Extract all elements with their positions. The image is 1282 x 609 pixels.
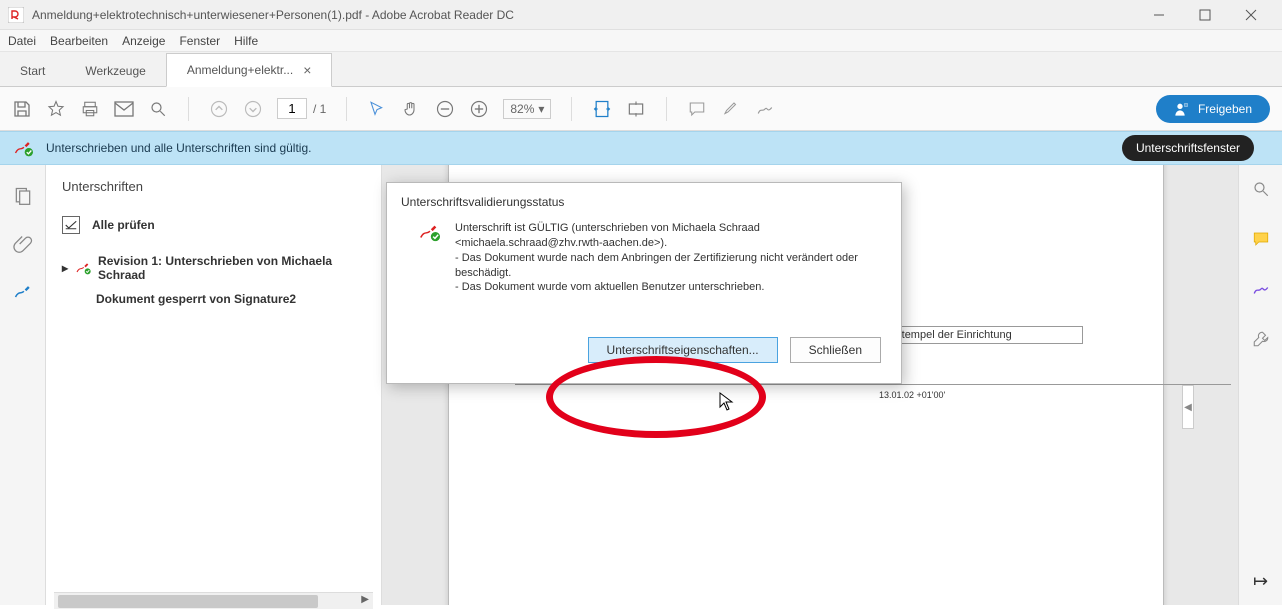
print-icon[interactable] bbox=[80, 99, 100, 119]
signature-valid-small-icon bbox=[74, 260, 92, 276]
signature-banner-message: Unterschrieben und alle Unterschriften s… bbox=[46, 141, 311, 155]
mail-icon[interactable] bbox=[114, 99, 134, 119]
menu-bar: Datei Bearbeiten Anzeige Fenster Hilfe bbox=[0, 30, 1282, 52]
scrollbar-thumb[interactable] bbox=[58, 595, 318, 608]
menu-file[interactable]: Datei bbox=[8, 34, 36, 48]
share-button[interactable]: Freigeben bbox=[1156, 95, 1270, 123]
toolbar-separator bbox=[666, 97, 667, 121]
share-label: Freigeben bbox=[1198, 102, 1252, 116]
signature-banner: Unterschrieben und alle Unterschriften s… bbox=[0, 131, 1282, 165]
app-icon bbox=[8, 7, 24, 23]
zoom-value: 82% bbox=[510, 102, 534, 116]
zoom-in-icon[interactable] bbox=[469, 99, 489, 119]
search-icon[interactable] bbox=[1251, 179, 1271, 199]
locked-row: Dokument gesperrt von Signature2 bbox=[54, 286, 373, 312]
sticky-note-icon[interactable] bbox=[1251, 229, 1271, 249]
minimize-button[interactable] bbox=[1136, 0, 1182, 30]
main-toolbar: / 1 82% ▾ Freigeben bbox=[0, 87, 1282, 131]
check-all-label: Alle prüfen bbox=[92, 218, 155, 232]
dialog-close-button[interactable]: Schließen bbox=[790, 337, 881, 363]
menu-view[interactable]: Anzeige bbox=[122, 34, 165, 48]
more-tools-icon[interactable] bbox=[1251, 329, 1271, 349]
check-all-icon bbox=[62, 216, 80, 234]
comment-icon[interactable] bbox=[687, 99, 707, 119]
menu-edit[interactable]: Bearbeiten bbox=[50, 34, 108, 48]
toolbar-separator bbox=[188, 97, 189, 121]
save-icon[interactable] bbox=[12, 99, 32, 119]
maximize-button[interactable] bbox=[1182, 0, 1228, 30]
signature-valid-icon bbox=[417, 221, 441, 295]
sign-icon[interactable] bbox=[755, 99, 775, 119]
signature-properties-button[interactable]: Unterschriftseigenschaften... bbox=[588, 337, 778, 363]
dialog-line-1a: Unterschrift ist GÜLTIG (unterschrieben … bbox=[455, 221, 883, 236]
page-number-input[interactable] bbox=[277, 98, 307, 119]
dialog-line-1b: <michaela.schraad@zhv.rwth-aachen.de>). bbox=[455, 236, 883, 251]
signatures-rail-icon[interactable] bbox=[12, 281, 34, 303]
scroll-right-icon[interactable]: ▶ bbox=[361, 594, 369, 605]
tab-document[interactable]: Anmeldung+elektr... × bbox=[166, 53, 333, 87]
collapwithin-handheld[interactable]: ◀ bbox=[1182, 385, 1194, 429]
menu-help[interactable]: Hilfe bbox=[234, 34, 258, 48]
doc-signature-block bbox=[515, 384, 1231, 400]
toolbar-separator bbox=[571, 97, 572, 121]
revision-label: Revision 1: Unterschrieben von Michaela … bbox=[98, 254, 365, 282]
signature-panel-button[interactable]: Unterschriftsfenster bbox=[1122, 135, 1254, 161]
title-bar: Anmeldung+elektrotechnisch+unterwiesener… bbox=[0, 0, 1282, 30]
expand-rail-icon[interactable]: ↦ bbox=[1251, 571, 1271, 591]
fit-width-icon[interactable] bbox=[592, 99, 612, 119]
window-title: Anmeldung+elektrotechnisch+unterwiesener… bbox=[32, 8, 1136, 22]
dialog-line-3: - Das Dokument wurde vom aktuellen Benut… bbox=[455, 280, 883, 295]
dialog-line-2: - Das Dokument wurde nach dem Anbringen … bbox=[455, 251, 883, 281]
tab-tools[interactable]: Werkzeuge bbox=[65, 56, 165, 86]
revision-row[interactable]: ▸ Revision 1: Unterschrieben von Michael… bbox=[54, 250, 373, 286]
right-tools-rail: ↦ bbox=[1238, 165, 1282, 605]
close-button[interactable] bbox=[1228, 0, 1274, 30]
doc-timestamp: 13.01.02 +01'00' bbox=[879, 390, 945, 400]
thumbnails-icon[interactable] bbox=[12, 185, 34, 207]
page-up-icon[interactable] bbox=[209, 99, 229, 119]
close-tab-icon[interactable]: × bbox=[303, 62, 311, 78]
attachments-icon[interactable] bbox=[12, 233, 34, 255]
dialog-title: Unterschriftsvalidierungsstatus bbox=[387, 183, 901, 217]
menu-window[interactable]: Fenster bbox=[179, 34, 220, 48]
page-down-icon[interactable] bbox=[243, 99, 263, 119]
left-navigation-rail bbox=[0, 165, 46, 605]
select-arrow-icon[interactable] bbox=[367, 99, 387, 119]
chevron-right-icon: ▸ bbox=[62, 261, 68, 275]
page-total: / 1 bbox=[313, 102, 326, 116]
fill-sign-icon[interactable] bbox=[1251, 279, 1271, 299]
chevron-down-icon: ▾ bbox=[538, 102, 544, 116]
document-tabs: Start Werkzeuge Anmeldung+elektr... × bbox=[0, 52, 1282, 87]
check-all-row[interactable]: Alle prüfen bbox=[54, 210, 373, 240]
find-icon[interactable] bbox=[148, 99, 168, 119]
tab-document-label: Anmeldung+elektr... bbox=[187, 63, 293, 77]
zoom-out-icon[interactable] bbox=[435, 99, 455, 119]
highlight-icon[interactable] bbox=[721, 99, 741, 119]
signature-valid-icon bbox=[12, 138, 34, 158]
signatures-panel: Unterschriften Alle prüfen ▸ Revision 1:… bbox=[46, 165, 382, 605]
mouse-cursor-icon bbox=[719, 392, 735, 412]
signature-validation-dialog: Unterschriftsvalidierungsstatus Untersch… bbox=[386, 182, 902, 384]
page-indicator: / 1 bbox=[277, 98, 326, 119]
hand-icon[interactable] bbox=[401, 99, 421, 119]
star-icon[interactable] bbox=[46, 99, 66, 119]
signatures-heading: Unterschriften bbox=[62, 179, 373, 194]
zoom-dropdown[interactable]: 82% ▾ bbox=[503, 99, 551, 119]
tab-start[interactable]: Start bbox=[0, 56, 65, 86]
share-person-icon bbox=[1174, 101, 1190, 117]
toolbar-separator bbox=[346, 97, 347, 121]
fit-page-icon[interactable] bbox=[626, 99, 646, 119]
